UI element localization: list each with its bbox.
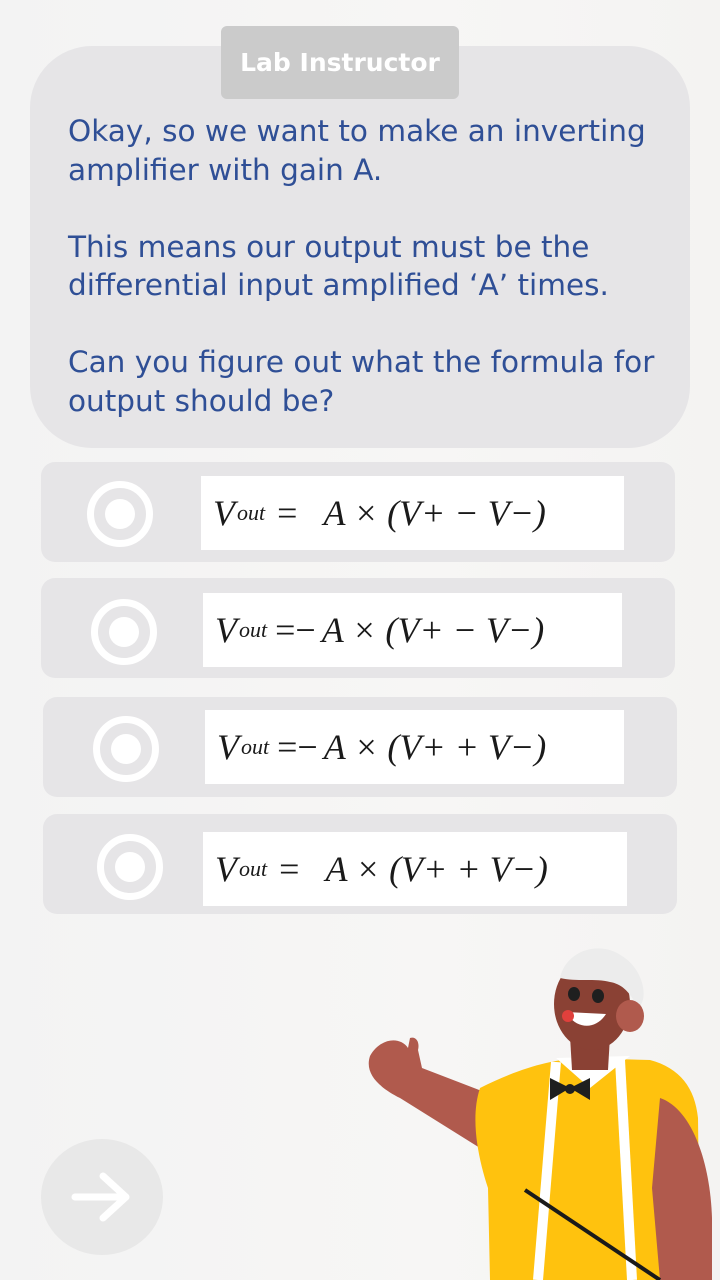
answer-option-3[interactable]: Vout =− A × (V+ + V−) bbox=[43, 697, 677, 797]
radio-button-icon[interactable] bbox=[93, 716, 159, 782]
lab-instructor-illustration bbox=[368, 948, 712, 1280]
radio-button-icon[interactable] bbox=[87, 481, 153, 547]
radio-button-icon[interactable] bbox=[97, 834, 163, 900]
next-button[interactable] bbox=[41, 1139, 163, 1255]
speaker-name-tag: Lab Instructor bbox=[221, 26, 459, 99]
answer-option-2[interactable]: Vout =− A × (V+ − V−) bbox=[41, 578, 675, 678]
formula-option-2: Vout =− A × (V+ − V−) bbox=[203, 593, 622, 667]
radio-button-icon[interactable] bbox=[91, 599, 157, 665]
dialog-line-1: Okay, so we want to make an inverting am… bbox=[68, 114, 646, 187]
arrow-right-icon bbox=[71, 1172, 130, 1222]
formula-option-3: Vout =− A × (V+ + V−) bbox=[205, 710, 624, 784]
dialog-line-2: This means our output must be the differ… bbox=[68, 229, 609, 303]
dialog-text: Okay, so we want to make an inverting am… bbox=[68, 112, 678, 420]
formula-option-1: Vout = A × (V+ − V−) bbox=[201, 476, 624, 550]
formula-option-4: Vout = A × (V+ + V−) bbox=[203, 832, 627, 906]
dialog-line-3: Can you figure out what the formula for … bbox=[68, 345, 655, 418]
answer-option-1[interactable]: Vout = A × (V+ − V−) bbox=[41, 462, 675, 562]
answer-option-4[interactable]: Vout = A × (V+ + V−) bbox=[43, 814, 677, 914]
